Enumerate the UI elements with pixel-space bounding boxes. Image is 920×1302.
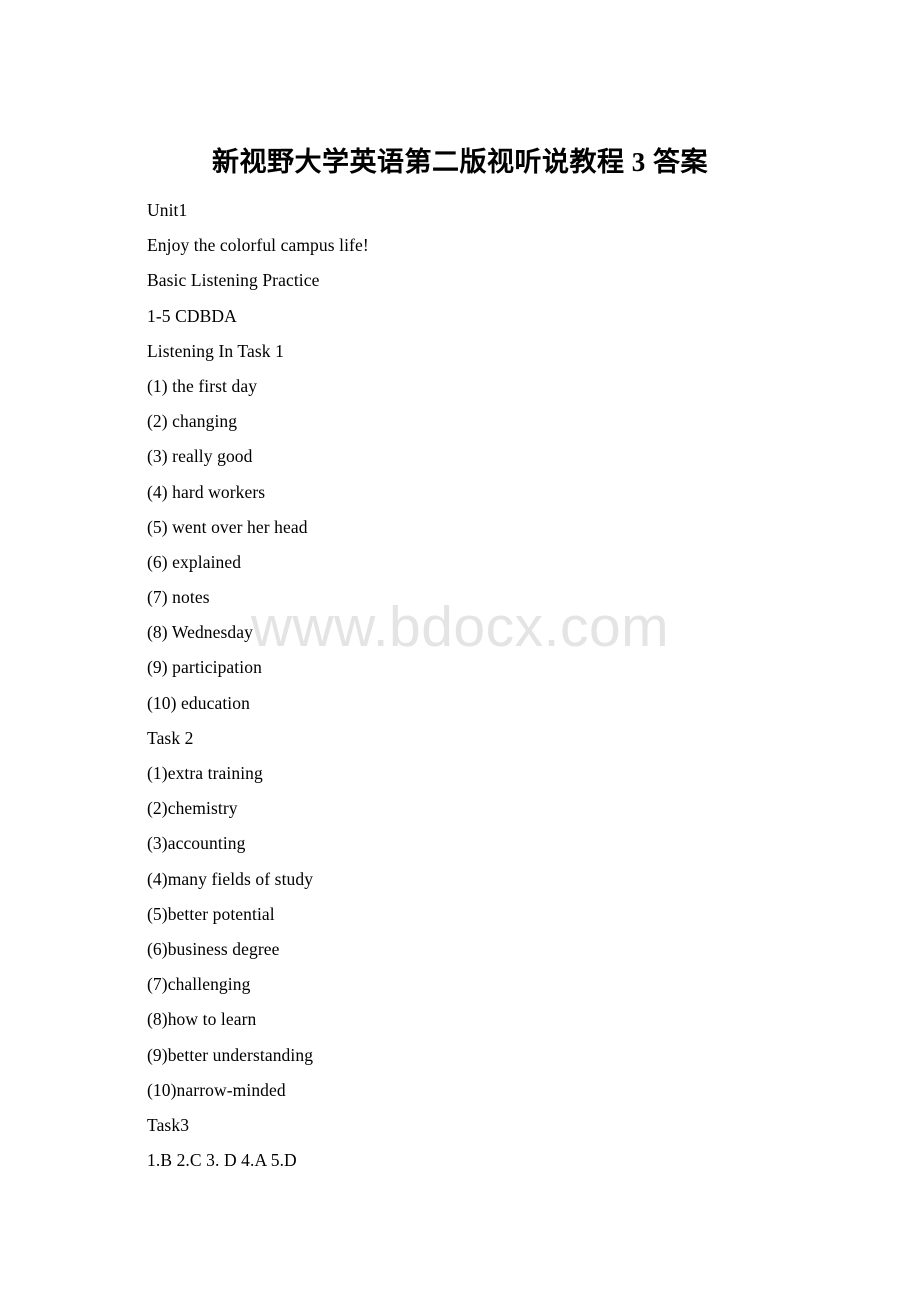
- document-line: (10) education: [147, 692, 250, 713]
- document-line: (4) hard workers: [147, 481, 266, 502]
- document-line: (3)accounting: [147, 833, 246, 854]
- document-line: (5) went over her head: [147, 516, 308, 537]
- document-line: (8) Wednesday: [147, 622, 253, 643]
- document-page: www.bdocx.com 新视野大学英语第二版视听说教程 3 答案 Unit1…: [0, 0, 920, 1302]
- document-line: (7)challenging: [147, 974, 251, 995]
- document-line: Task 2: [147, 727, 194, 748]
- document-line: (2)chemistry: [147, 798, 238, 819]
- document-line: (10)narrow-minded: [147, 1079, 286, 1100]
- document-line: (9) participation: [147, 657, 262, 678]
- document-line: (6) explained: [147, 551, 242, 572]
- document-line: 1-5 CDBDA: [147, 305, 237, 326]
- document-line: (2) changing: [147, 411, 238, 432]
- document-line: (4)many fields of study: [147, 868, 314, 889]
- document-line: Unit1: [147, 200, 188, 220]
- document-line: (1)extra training: [147, 763, 263, 783]
- document-line: Basic Listening Practice: [147, 270, 320, 291]
- document-line: Listening In Task 1: [147, 340, 284, 361]
- document-line: (8)how to learn: [147, 1009, 257, 1030]
- document-body: Unit1 Enjoy the colorful campus life! Ba…: [147, 200, 847, 1185]
- page-title: 新视野大学英语第二版视听说教程 3 答案: [212, 147, 708, 177]
- document-line: (5)better potential: [147, 903, 275, 924]
- document-line: Task3: [147, 1114, 190, 1135]
- document-line: (9)better understanding: [147, 1044, 314, 1065]
- document-line: (7) notes: [147, 587, 210, 608]
- document-line: 1.B 2.C 3. D 4.A 5.D: [147, 1150, 297, 1171]
- document-line: (6)business degree: [147, 938, 280, 959]
- document-line: (1) the first day: [147, 375, 258, 396]
- document-line: Enjoy the colorful campus life!: [147, 235, 369, 256]
- document-line: (3) really good: [147, 446, 253, 467]
